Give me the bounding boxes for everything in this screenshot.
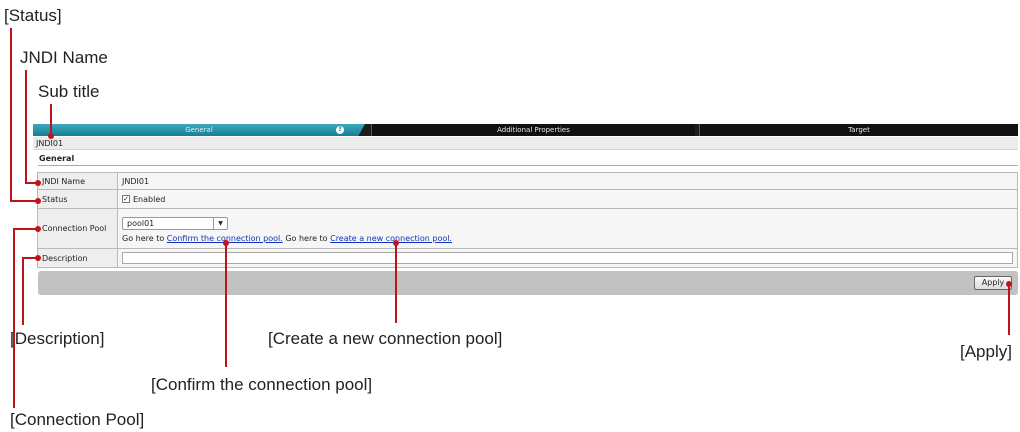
tab-general-label: General: [185, 126, 213, 134]
callout-dot: [393, 240, 399, 246]
callout-jndi-name: JNDI Name: [20, 48, 108, 67]
callout-line: [395, 243, 397, 323]
row-connection-pool: Connection Pool pool01 ▼ Go here to Conf…: [37, 208, 1018, 249]
tab-target[interactable]: Target: [699, 124, 1018, 136]
callout-dot: [223, 240, 229, 246]
description-input[interactable]: [122, 252, 1013, 264]
callout-line: [22, 257, 24, 325]
action-bar: Apply: [38, 271, 1018, 295]
callout-dot: [35, 198, 41, 204]
tab-general[interactable]: General ?: [33, 124, 365, 136]
jndi-name-label: JNDI Name: [37, 172, 118, 190]
callout-line: [1008, 285, 1010, 335]
tab-target-label: Target: [848, 126, 870, 134]
description-label: Description: [37, 248, 118, 268]
status-checkbox-label: Enabled: [133, 194, 166, 204]
callout-line: [10, 200, 38, 202]
jndi-name-value: JNDI01: [117, 172, 1018, 190]
chevron-down-icon: ▼: [213, 217, 227, 229]
callout-line: [25, 70, 27, 184]
callout-dot: [48, 133, 54, 139]
callout-description: [Description]: [10, 329, 105, 348]
go-here-text-1: Go here to: [122, 233, 167, 243]
row-jndi-name: JNDI Name JNDI01: [37, 172, 1018, 190]
callout-sub-title: Sub title: [38, 82, 100, 101]
connection-pool-select[interactable]: pool01 ▼: [122, 216, 228, 230]
callout-apply: [Apply]: [960, 342, 1012, 361]
help-icon[interactable]: ?: [336, 126, 344, 134]
create-pool-link[interactable]: Create a new connection pool.: [330, 234, 452, 243]
callout-line: [50, 104, 52, 136]
connection-pool-selected: pool01: [127, 218, 155, 228]
callout-dot: [1006, 281, 1012, 287]
tab-additional-properties[interactable]: Additional Properties: [371, 124, 695, 136]
callout-dot: [35, 255, 41, 261]
callout-line: [10, 28, 12, 202]
status-value: ✓ Enabled: [117, 189, 1018, 209]
status-label: Status: [37, 189, 118, 209]
callout-dot: [35, 226, 41, 232]
tab-bar: General ? Additional Properties Target: [33, 124, 1018, 136]
callout-confirm-pool: [Confirm the connection pool]: [151, 375, 373, 394]
row-status: Status ✓ Enabled: [37, 189, 1018, 209]
sub-title: JNDI01: [33, 137, 1018, 150]
callout-connection-pool: [Connection Pool]: [10, 410, 145, 429]
description-value: [117, 248, 1018, 268]
callout-line: [13, 228, 15, 408]
go-here-text-2: Go here to: [282, 233, 331, 243]
callout-line: [225, 243, 227, 367]
tab-additional-label: Additional Properties: [497, 126, 570, 134]
row-description: Description: [37, 248, 1018, 268]
connection-pool-value: pool01 ▼ Go here to Confirm the connecti…: [117, 208, 1018, 249]
section-title: General: [38, 152, 1018, 166]
callout-dot: [35, 180, 41, 186]
general-form: JNDI Name JNDI01 Status ✓ Enabled Connect…: [37, 172, 1018, 268]
connection-pool-label: Connection Pool: [37, 208, 118, 249]
status-checkbox[interactable]: ✓: [122, 195, 130, 203]
callout-create-pool: [Create a new connection pool]: [268, 329, 503, 348]
callout-status: [Status]: [4, 6, 62, 25]
